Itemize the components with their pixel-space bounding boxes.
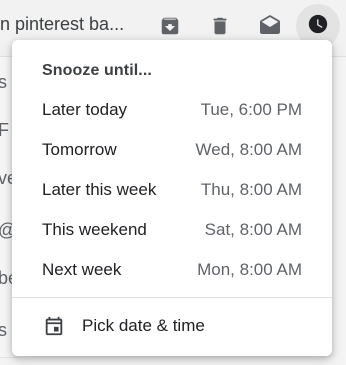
- snooze-option-label: This weekend: [42, 220, 147, 239]
- snooze-menu-title: Snooze until...: [42, 62, 152, 79]
- menu-divider: [12, 297, 332, 298]
- snooze-option-label: Tomorrow: [42, 140, 117, 159]
- calendar-icon: [42, 314, 66, 338]
- snooze-option-label: Next week: [42, 260, 122, 279]
- snooze-menu: Snooze until... Later today Tue, 6:00 PM…: [12, 40, 332, 356]
- snooze-option-tomorrow[interactable]: Tomorrow Wed, 8:00 AM: [12, 130, 332, 170]
- snooze-option-label: Later today: [42, 100, 128, 119]
- snooze-option-time: Thu, 8:00 AM: [200, 180, 302, 199]
- snooze-option-later-today[interactable]: Later today Tue, 6:00 PM: [12, 90, 332, 130]
- snooze-option-this-weekend[interactable]: This weekend Sat, 8:00 AM: [12, 210, 332, 250]
- snooze-option-label: Later this week: [42, 180, 157, 199]
- snooze-option-time: Wed, 8:00 AM: [195, 140, 302, 159]
- email-subject: n pinterest ba...: [0, 14, 125, 34]
- pick-date-time-button[interactable]: Pick date & time: [12, 306, 332, 346]
- clock-icon: [307, 13, 329, 40]
- snooze-option-time: Mon, 8:00 AM: [197, 260, 302, 279]
- trash-icon: [209, 15, 231, 37]
- archive-icon: [159, 15, 181, 37]
- snooze-option-time: Sat, 8:00 AM: [204, 220, 302, 239]
- mark-read-button[interactable]: [256, 12, 284, 40]
- pick-date-time-label: Pick date & time: [82, 316, 205, 335]
- mark-read-icon: [258, 14, 282, 38]
- snooze-option-later-this-week[interactable]: Later this week Thu, 8:00 AM: [12, 170, 332, 210]
- snooze-option-time: Tue, 6:00 PM: [200, 100, 302, 119]
- archive-button[interactable]: [156, 12, 184, 40]
- snooze-option-next-week[interactable]: Next week Mon, 8:00 AM: [12, 250, 332, 290]
- delete-button[interactable]: [206, 12, 234, 40]
